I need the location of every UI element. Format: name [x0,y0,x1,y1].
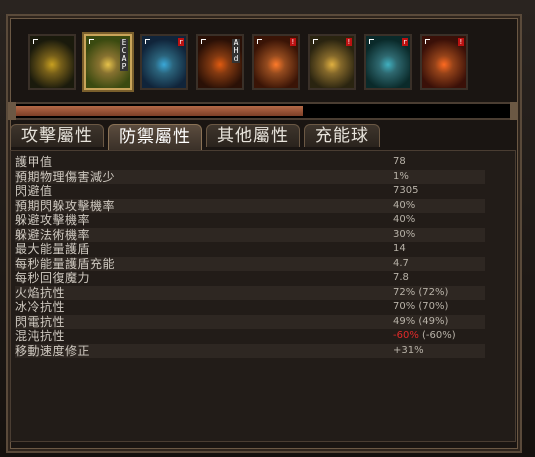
skill-slot[interactable] [28,34,76,90]
stat-name: 躲避攻擊機率 [15,213,91,227]
stat-row: 移動速度修正 +31% [15,343,485,358]
stat-name: 每秒回復魔力 [15,271,91,285]
stat-name: 冰冷抗性 [15,300,66,314]
stat-tabs: 攻擊屬性 防禦屬性 其他屬性 充能球 [10,124,380,150]
stat-value: 70% (70%) [393,301,449,312]
stat-name: 每秒能量護盾充能 [15,256,116,271]
slot-corner-mark [257,39,262,44]
stat-row: 預期物理傷害減少 1% [15,169,485,184]
stat-row: 冰冷抗性 70% (70%) [15,300,485,314]
skill-link-tag: ECAP [120,38,128,71]
stat-row: 每秒回復魔力 7.8 [15,271,485,285]
stat-value: 49% (49%) [393,315,449,327]
stat-value: 72% (72%) [393,286,449,298]
stat-row: 火焰抗性 72% (72%) [15,285,485,300]
window-frame: ECAP r AHd!! r! 攻擊屬性 防禦屬性 其他屬性 充能球 護甲值 78 預期物… [0,0,535,457]
slot-corner-mark [89,39,94,44]
progress-left-cap [8,102,16,120]
skill-slot[interactable]: ! [252,34,300,90]
stat-value: 40% [393,199,416,211]
stat-row: 護甲值 78 [15,155,485,169]
stat-name: 混沌抗性 [15,329,66,343]
stat-row: 混沌抗性 -60% (-60%) [15,329,485,343]
stat-name: 躲避法術機率 [15,227,91,242]
stat-name: 閃電抗性 [15,314,66,329]
tab-attack[interactable]: 攻擊屬性 [10,124,104,147]
stat-value: 7.8 [393,272,409,283]
stat-row: 閃電抗性 49% (49%) [15,314,485,329]
stat-name: 移動速度修正 [15,343,91,358]
slot-corner-mark [33,39,38,44]
slot-corner-mark [425,39,430,44]
skill-slot[interactable]: ! [420,34,468,90]
skill-slot[interactable]: r [364,34,412,90]
stat-value-rest: (-60%) [418,330,456,341]
stat-name: 火焰抗性 [15,285,66,300]
stat-value: 4.7 [393,257,409,269]
stat-row: 閃避值 7305 [15,184,485,198]
slot-corner-mark [369,39,374,44]
stat-value: 14 [393,243,406,254]
experience-fill [16,106,303,116]
skill-tag: r [401,38,408,46]
stat-name: 護甲值 [15,155,53,169]
experience-bar [8,102,518,120]
slot-corner-mark [201,39,206,44]
skill-tag: r [177,38,184,46]
skill-slot[interactable]: r [140,34,188,90]
tab-misc[interactable]: 其他屬性 [206,124,300,147]
skill-slot[interactable]: ! [308,34,356,90]
stat-name: 閃避值 [15,184,53,198]
stat-value: +31% [393,344,424,356]
stat-value: 40% [393,214,416,225]
stat-row: 躲避法術機率 30% [15,227,485,242]
stat-value: 7305 [393,185,419,196]
stat-row: 每秒能量護盾充能 4.7 [15,256,485,271]
stat-value: 78 [393,156,406,167]
skill-slot[interactable]: ECAP [84,34,132,90]
stat-value-negative: -60% [393,330,419,341]
stat-value: 1% [393,170,409,182]
stat-name: 預期物理傷害減少 [15,169,116,184]
skill-tag: ! [289,38,296,46]
stat-row: 預期閃躲攻擊機率 40% [15,198,485,213]
stat-row: 躲避攻擊機率 40% [15,213,485,227]
slot-corner-mark [145,39,150,44]
skill-bar: ECAP r AHd!! r! [28,34,496,94]
progress-right-cap [510,102,518,120]
skill-tag: ! [457,38,464,46]
stat-row: 最大能量護盾 14 [15,242,485,256]
stats-panel: 護甲值 78 預期物理傷害減少 1% 閃避值 7305 預期閃躲攻擊機率 40% 躲避攻擊機率 4… [10,150,516,442]
stat-name: 最大能量護盾 [15,242,91,256]
stat-value: -60% (-60%) [393,329,456,343]
skill-link-tag: AHd [232,38,240,63]
stat-value: 30% [393,228,416,240]
skill-tag: ! [345,38,352,46]
skill-slot[interactable]: AHd [196,34,244,90]
tab-charges[interactable]: 充能球 [304,124,380,147]
stat-name: 預期閃躲攻擊機率 [15,198,116,213]
tab-defence[interactable]: 防禦屬性 [108,124,202,150]
slot-corner-mark [313,39,318,44]
